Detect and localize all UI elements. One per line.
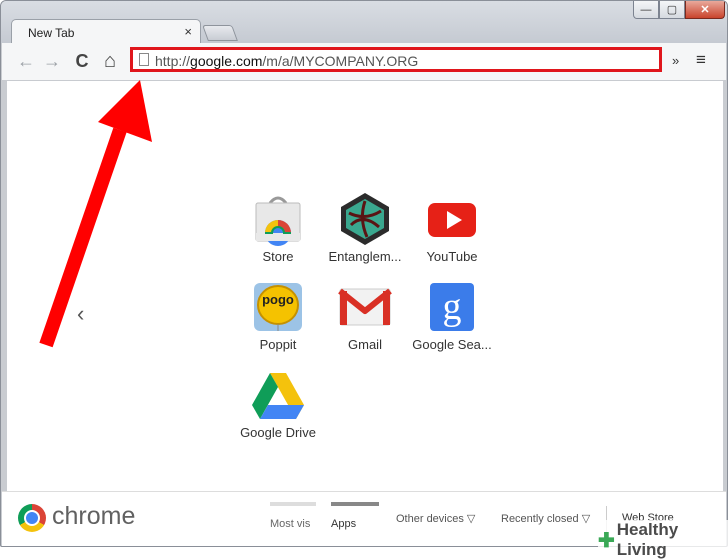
- watermark-text: Healthy Living: [616, 520, 679, 559]
- plus-cross-icon: ✚: [598, 529, 615, 552]
- healthy-living-watermark: ✚ Healthy Living: [598, 520, 728, 560]
- annotation-arrow: [39, 80, 152, 348]
